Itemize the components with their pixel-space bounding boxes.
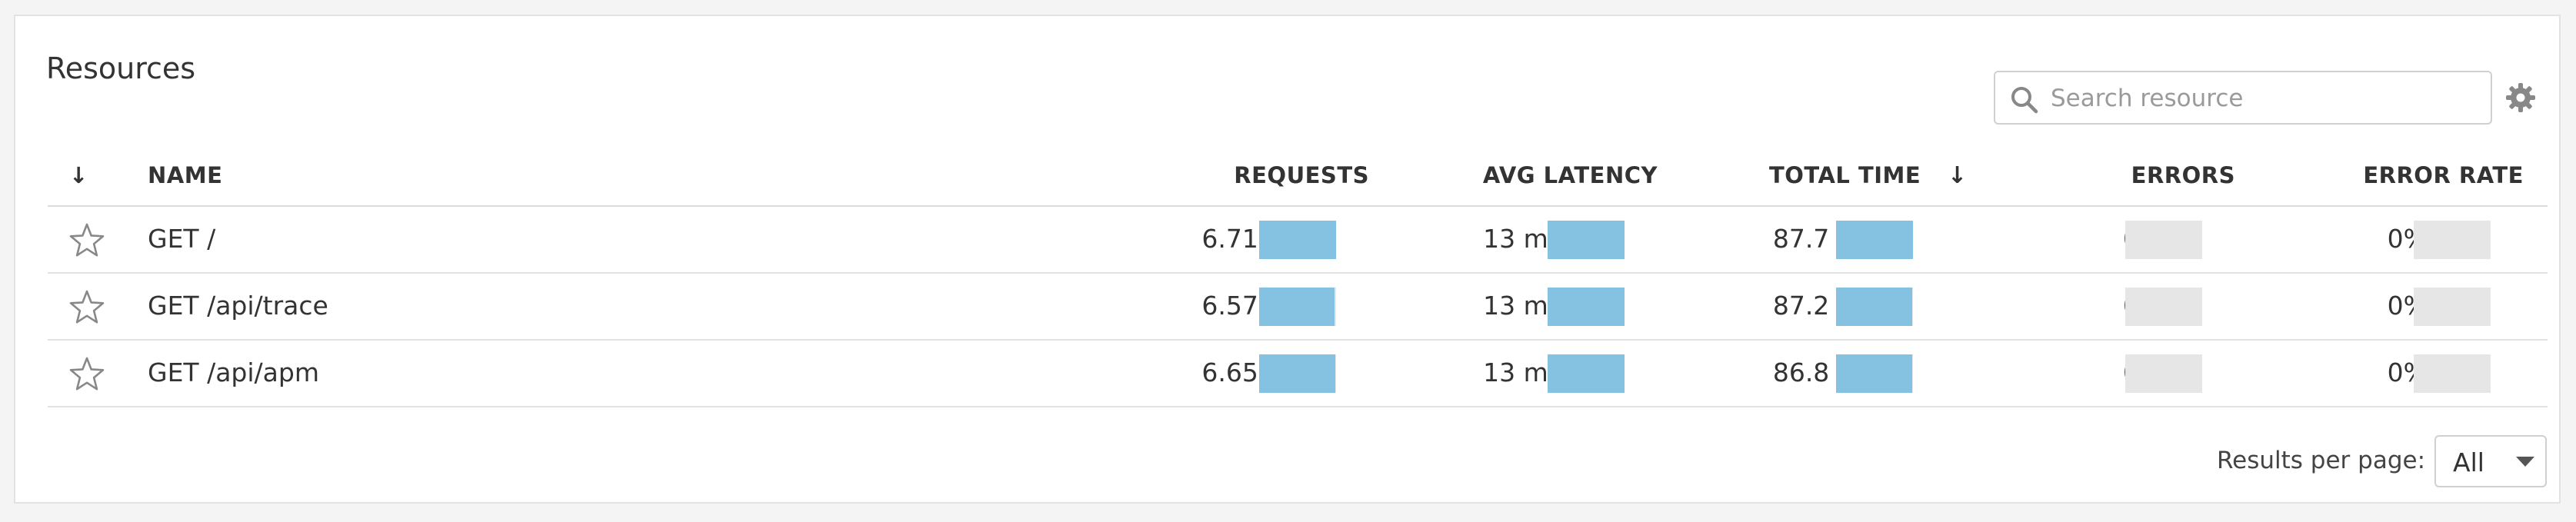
requests-bar — [1259, 288, 1336, 326]
table-body: GET /6.71k13 ms87.7 s00%GET /api/trace6.… — [48, 207, 2548, 407]
total-time-bar — [1836, 354, 1913, 393]
requests-bar-fill — [1259, 221, 1336, 259]
resource-name[interactable]: GET /api/trace — [148, 291, 328, 321]
panel-title: Resources — [46, 52, 196, 85]
search-input[interactable] — [2049, 75, 2483, 121]
total-time-bar — [1836, 221, 1913, 259]
error-rate-bar — [2414, 221, 2491, 259]
error-rate-bar — [2414, 354, 2491, 393]
column-header-requests[interactable]: REQUESTS — [1234, 162, 1369, 188]
star-icon[interactable] — [69, 289, 105, 324]
total-time-bar-fill — [1836, 221, 1913, 259]
table-row[interactable]: GET /api/trace6.57k13 ms87.2 s00% — [48, 274, 2548, 341]
table-header: ↓ NAME REQUESTS AVG LATENCY TOTAL TIME ↓… — [48, 148, 2548, 207]
total-time-bar-fill — [1836, 354, 1912, 393]
avg-latency-bar-fill — [1548, 288, 1625, 326]
avg-latency-bar-fill — [1548, 221, 1625, 259]
table-row[interactable]: GET /6.71k13 ms87.7 s00% — [48, 207, 2548, 274]
avg-latency-bar — [1548, 221, 1625, 259]
column-header-errors[interactable]: ERRORS — [2131, 162, 2235, 188]
resources-table: ↓ NAME REQUESTS AVG LATENCY TOTAL TIME ↓… — [48, 148, 2548, 407]
total-time-bar — [1836, 288, 1913, 326]
errors-bar — [2125, 288, 2202, 326]
resource-name[interactable]: GET /api/apm — [148, 357, 319, 387]
results-per-page-select[interactable]: All — [2434, 435, 2547, 487]
requests-bar-fill — [1259, 354, 1335, 393]
column-header-total-time[interactable]: TOTAL TIME ↓ — [1769, 162, 1967, 189]
chevron-down-icon — [2516, 457, 2534, 467]
gear-icon[interactable] — [2505, 82, 2536, 113]
requests-bar — [1259, 221, 1336, 259]
requests-bar-fill — [1259, 288, 1335, 326]
sort-toggle-header[interactable]: ↓ — [69, 162, 88, 188]
resources-panel: Resources ↓ NAME REQUESTS AVG LATENCY TO… — [14, 15, 2561, 504]
sort-desc-icon: ↓ — [1947, 162, 1968, 189]
avg-latency-bar — [1548, 288, 1625, 326]
avg-latency-bar — [1548, 354, 1625, 393]
requests-bar — [1259, 354, 1336, 393]
column-header-avg-latency[interactable]: AVG LATENCY — [1483, 162, 1658, 188]
table-row[interactable]: GET /api/apm6.65k13 ms86.8 s00% — [48, 341, 2548, 407]
results-per-page-value: All — [2453, 447, 2484, 477]
star-icon[interactable] — [69, 356, 105, 391]
search-icon — [2011, 87, 2038, 114]
column-header-total-time-label: TOTAL TIME — [1769, 162, 1921, 188]
star-icon[interactable] — [69, 222, 105, 258]
error-rate-bar — [2414, 288, 2491, 326]
total-time-bar-fill — [1836, 288, 1912, 326]
errors-bar — [2125, 221, 2202, 259]
column-header-name[interactable]: NAME — [148, 162, 222, 188]
errors-bar — [2125, 354, 2202, 393]
column-header-error-rate[interactable]: ERROR RATE — [2363, 162, 2524, 188]
results-per-page-label: Results per page: — [2217, 447, 2426, 474]
avg-latency-bar-fill — [1548, 354, 1625, 393]
resource-name[interactable]: GET / — [148, 224, 215, 254]
search-box[interactable] — [1994, 71, 2492, 125]
